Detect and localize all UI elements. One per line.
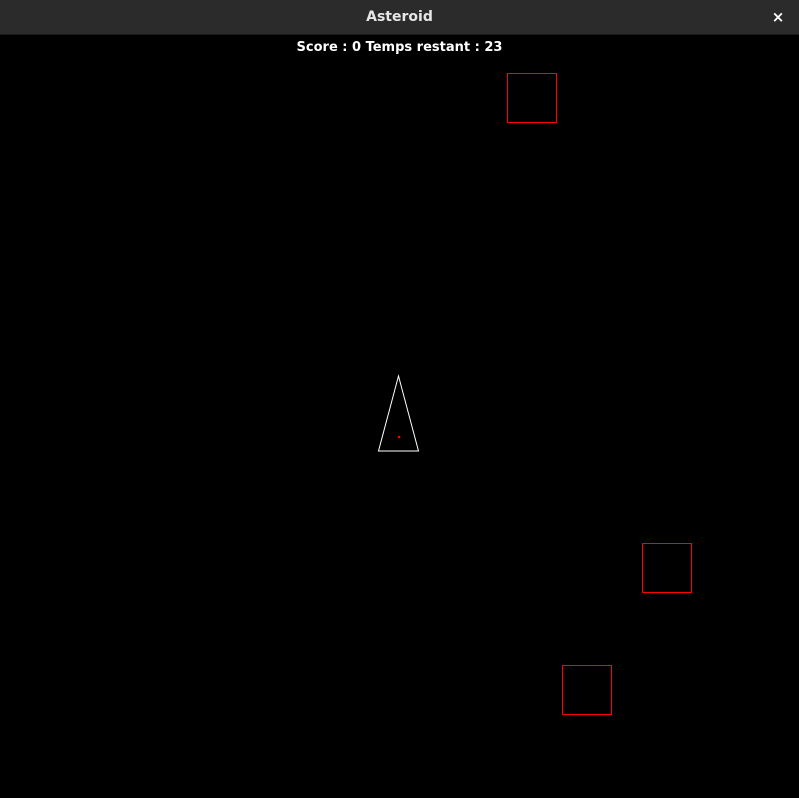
close-button[interactable]: × [769, 8, 787, 26]
asteroid [642, 543, 692, 593]
ship-core-dot [397, 435, 401, 439]
score-timer-hud: Score : 0 Temps restant : 23 [296, 40, 503, 55]
title-bar: Asteroid × [0, 0, 799, 35]
asteroid [562, 665, 612, 715]
game-canvas[interactable]: Score : 0 Temps restant : 23 [0, 35, 799, 798]
game-window: Asteroid × Score : 0 Temps restant : 23 [0, 0, 799, 798]
close-icon: × [771, 8, 785, 26]
window-title: Asteroid [366, 9, 433, 25]
ship-outline [377, 374, 420, 452]
asteroid [507, 73, 557, 123]
player-ship [377, 374, 420, 452]
